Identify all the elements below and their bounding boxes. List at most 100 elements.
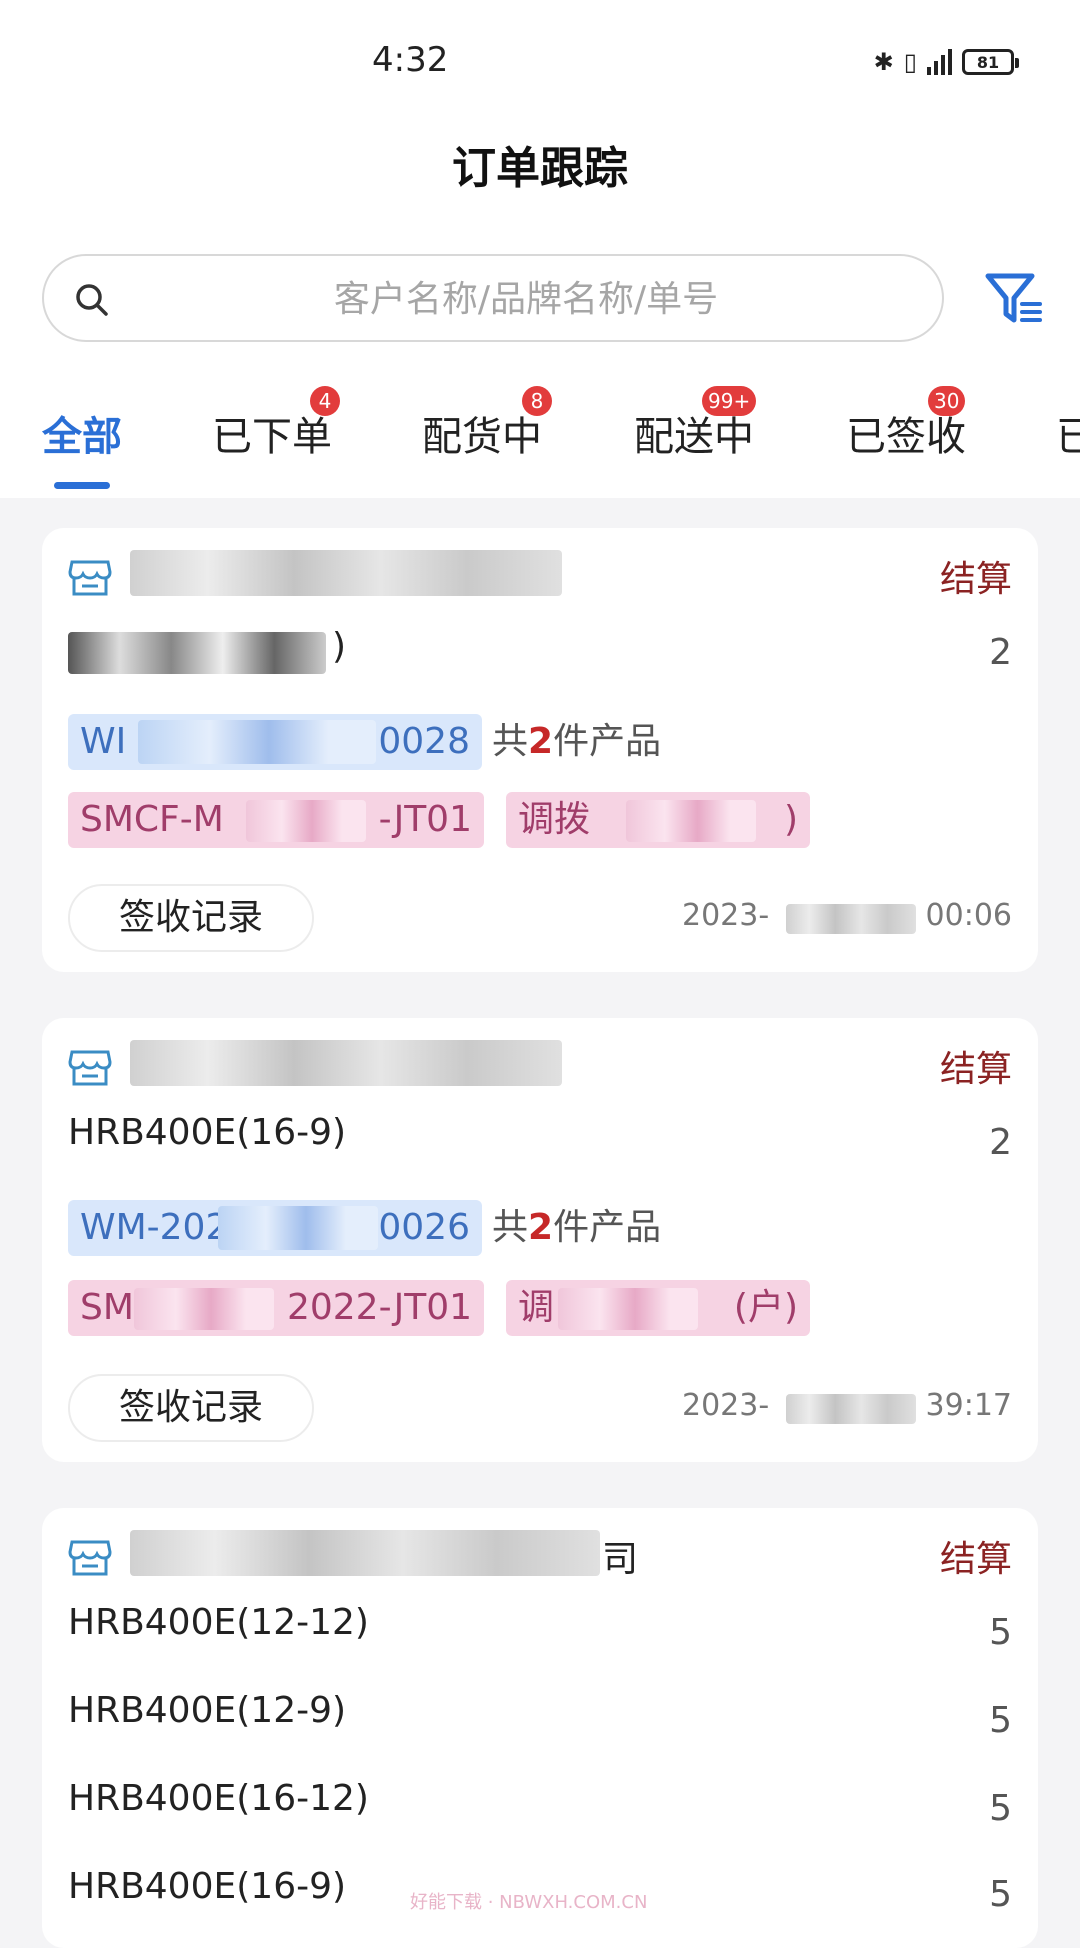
product-qty: 5 <box>989 1788 1012 1829</box>
settle-label[interactable]: 结算 <box>940 1040 1012 1092</box>
product-qty: 5 <box>989 1612 1012 1653</box>
bluetooth-icon: ✱ <box>873 48 894 76</box>
sign-record-button[interactable]: 签收记录 <box>68 1374 314 1442</box>
status-icons: ✱ ▯ 81 <box>873 44 1019 80</box>
contract-tag: SMCF-M -JT01 <box>68 792 484 848</box>
count-suffix: 件产品 <box>553 1207 662 1248</box>
tab-label: 已签收 <box>846 414 966 460</box>
page-title: 订单跟踪 <box>452 143 628 194</box>
time-suffix: 00:06 <box>925 898 1012 933</box>
count-value: 2 <box>528 1207 554 1248</box>
contract-prefix: SM <box>80 1287 134 1328</box>
tab-more[interactable]: 已 <box>1056 404 1080 462</box>
tab-badge: 8 <box>522 386 552 416</box>
time-suffix: 39:17 <box>925 1388 1012 1423</box>
vibrate-icon: ▯ <box>903 48 917 76</box>
product-count: 共2件产品 <box>492 1200 661 1256</box>
transfer-tag: 调拨 ) <box>506 792 810 848</box>
product-name-redacted <box>68 632 326 674</box>
tab-badge: 4 <box>310 386 340 416</box>
order-card[interactable]: 结算 HRB400E(16-9) 2 WM-202 0026 共2件产品 SM … <box>42 1018 1038 1462</box>
tab-all[interactable]: 全部 <box>42 404 122 462</box>
tab-label: 全部 <box>42 414 122 460</box>
tab-badge: 99+ <box>702 386 757 416</box>
order-number-tag: WM-202 0026 <box>68 1200 482 1256</box>
company-name-suffix: 司 <box>602 1539 639 1580</box>
tab-badge: 30 <box>928 386 966 416</box>
store-icon <box>68 1540 112 1576</box>
order-card[interactable]: 结算 ) 2 WI 0028 共2件产品 SMCF-M -JT01 调拨 ) 签… <box>42 528 1038 972</box>
time-prefix: 2023- <box>682 1388 770 1423</box>
battery-level: 81 <box>976 52 1000 72</box>
search-bar[interactable] <box>42 254 944 342</box>
order-no-prefix: WI <box>80 721 127 762</box>
search-icon <box>76 284 108 316</box>
product-qty: 5 <box>989 1700 1012 1741</box>
order-no-suffix: 0026 <box>378 1207 470 1248</box>
transfer-suffix: (户) <box>733 1287 798 1328</box>
tab-ordered[interactable]: 已下单 4 <box>212 386 340 462</box>
tab-picking[interactable]: 配货中 8 <box>422 386 552 462</box>
top-area: 4:32 ✱ ▯ 81 订单跟踪 全部 已下单 4 配货中 8 <box>0 0 1080 498</box>
signal-icon <box>927 49 952 75</box>
tab-signed[interactable]: 已签收 30 <box>846 386 966 462</box>
contract-suffix: -JT01 <box>378 799 472 840</box>
order-no-suffix: 0028 <box>378 721 470 762</box>
tab-label: 已 <box>1056 414 1080 460</box>
product-name: ) <box>332 626 347 667</box>
battery-icon: 81 <box>962 49 1019 75</box>
product-name: HRB400E(16-9) <box>68 1866 347 1907</box>
contract-tag: SM 2022-JT01 <box>68 1280 484 1336</box>
watermark: 好能下载 · NBWXH.COM.CN <box>410 1892 648 1913</box>
sign-record-button[interactable]: 签收记录 <box>68 884 314 952</box>
status-time: 4:32 <box>372 40 449 80</box>
store-icon <box>68 560 112 596</box>
contract-redacted <box>246 800 366 842</box>
contract-prefix: SMCF-M <box>80 799 224 840</box>
product-name: HRB400E(16-9) <box>68 1112 347 1153</box>
tab-label: 已下单 <box>212 414 332 460</box>
product-name: HRB400E(16-12) <box>68 1778 369 1819</box>
time-prefix: 2023- <box>682 898 770 933</box>
store-icon <box>68 1050 112 1086</box>
company-name-redacted <box>130 1040 562 1086</box>
product-name: HRB400E(12-12) <box>68 1602 369 1643</box>
tab-label: 配货中 <box>422 414 542 460</box>
contract-suffix: 2022-JT01 <box>286 1287 472 1328</box>
product-qty: 2 <box>989 1122 1012 1163</box>
product-qty: 5 <box>989 1874 1012 1915</box>
product-qty: 2 <box>989 632 1012 673</box>
order-no-prefix: WM-202 <box>80 1207 229 1248</box>
time-redacted <box>786 904 916 934</box>
order-no-redacted <box>138 720 376 764</box>
settle-label[interactable]: 结算 <box>940 1530 1012 1582</box>
active-tab-indicator <box>54 482 110 489</box>
contract-redacted <box>134 1288 274 1330</box>
settle-label[interactable]: 结算 <box>940 550 1012 602</box>
transfer-tag: 调 (户) <box>506 1280 810 1336</box>
count-suffix: 件产品 <box>553 721 662 762</box>
filter-icon[interactable] <box>982 266 1046 330</box>
transfer-redacted <box>558 1288 698 1330</box>
count-value: 2 <box>528 721 554 762</box>
order-time: 2023- 39:17 <box>682 1388 1012 1424</box>
product-count: 共2件产品 <box>492 714 661 770</box>
order-no-redacted <box>218 1206 378 1250</box>
tab-delivering[interactable]: 配送中 99+ <box>634 386 757 462</box>
company-name-redacted <box>130 1530 600 1576</box>
order-card[interactable]: 司 结算 HRB400E(12-12) 5 HRB400E(12-9) 5 HR… <box>42 1508 1038 1948</box>
transfer-prefix: 调拨 <box>518 799 591 840</box>
transfer-redacted <box>626 800 756 842</box>
transfer-suffix: ) <box>783 799 798 840</box>
transfer-prefix: 调 <box>518 1287 555 1328</box>
company-name-redacted <box>130 550 562 596</box>
product-name: HRB400E(12-9) <box>68 1690 347 1731</box>
order-time: 2023- 00:06 <box>682 898 1012 934</box>
status-tabs: 全部 已下单 4 配货中 8 配送中 99+ 已签收 30 已 <box>0 386 1080 498</box>
time-redacted <box>786 1394 916 1424</box>
tab-label: 配送中 <box>634 414 754 460</box>
search-input[interactable] <box>144 270 908 328</box>
count-prefix: 共 <box>492 1207 529 1248</box>
order-number-tag: WI 0028 <box>68 714 482 770</box>
count-prefix: 共 <box>492 721 529 762</box>
